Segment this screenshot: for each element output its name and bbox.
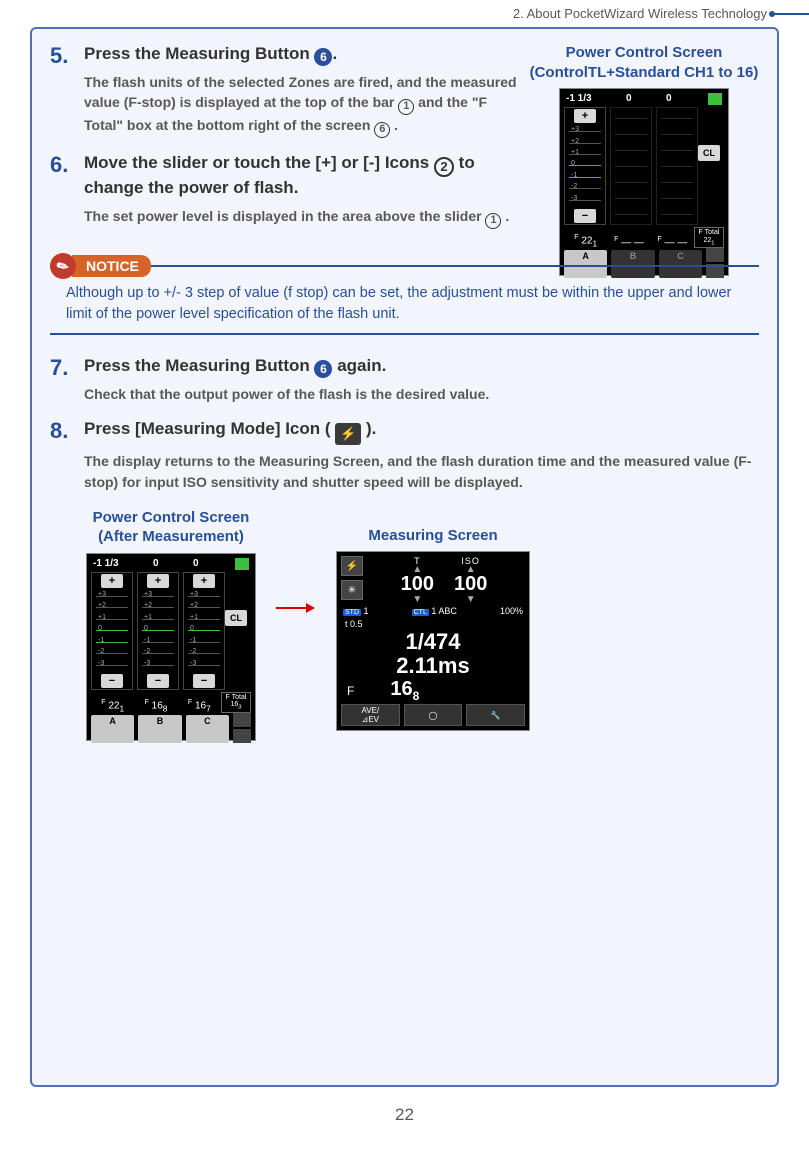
step-description: The display returns to the Measuring Scr… xyxy=(84,451,759,492)
zone-offset-b: 0 xyxy=(626,93,632,105)
callout-1: 1 xyxy=(485,213,501,229)
t05-label: t 0.5 xyxy=(341,619,525,629)
plus-button[interactable]: + xyxy=(101,574,123,588)
minus-button[interactable]: − xyxy=(193,674,215,688)
flash-ready-icon xyxy=(235,558,249,570)
f-value-a: F 221 xyxy=(91,699,134,713)
zone-b-button[interactable]: B xyxy=(138,715,181,743)
clear-button[interactable]: CL xyxy=(225,610,247,626)
t-value: 100 xyxy=(401,573,434,596)
tools-button[interactable]: 🔧 xyxy=(466,704,525,726)
t-up-arrow[interactable]: ▲ xyxy=(401,566,434,573)
iso-up-arrow[interactable]: ▲ xyxy=(454,566,487,573)
zone-offset-a: -1 1/3 xyxy=(93,558,119,570)
flash-duration: 2.11ms xyxy=(341,654,525,678)
zone-offset-c: 0 xyxy=(666,93,672,105)
step-title: Press the Measuring Button 6. xyxy=(84,43,519,66)
notice-rule-bottom xyxy=(50,333,759,335)
zone-a-button[interactable]: A xyxy=(91,715,134,743)
figure-measuring-screen: Measuring Screen ⚡ ✳ T ▲ 10 xyxy=(336,526,530,732)
page-number: 22 xyxy=(0,1105,809,1125)
measuring-button-badge: 6 xyxy=(314,48,332,66)
step-7: 7. Press the Measuring Button 6 again. C… xyxy=(50,355,759,404)
step-8: 8. Press [Measuring Mode] Icon ( ⚡ ). Th… xyxy=(50,418,759,491)
f-value-b: F 168 xyxy=(134,699,177,713)
f-value: 168 xyxy=(390,678,419,703)
step-number: 6. xyxy=(50,152,84,178)
power-control-screen-2: -1 1/3 0 0 + +3 +2 +1 xyxy=(86,553,256,741)
t-down-arrow[interactable]: ▼ xyxy=(401,596,434,603)
plus-button[interactable]: + xyxy=(147,574,169,588)
notice-block: ✎ NOTICE Although up to +/- 3 step of va… xyxy=(32,265,777,335)
flash-percent: 100% xyxy=(500,606,523,616)
measure-button[interactable]: ◯ xyxy=(404,704,463,726)
f-total-box: F Total 221 xyxy=(694,227,724,248)
step-title: Press [Measuring Mode] Icon ( ⚡ ). xyxy=(84,418,759,445)
ave-ev-button[interactable]: AVE/⊿EV xyxy=(341,704,400,726)
zone-offset-c: 0 xyxy=(193,558,199,570)
f-value-a: F 221 xyxy=(564,234,607,248)
section-title: 2. About PocketWizard Wireless Technolog… xyxy=(513,6,767,21)
measuring-mode-icon: ⚡ xyxy=(335,423,361,445)
f-total-box: F Total 163 xyxy=(221,692,251,713)
step-number: 5. xyxy=(50,43,84,69)
arrow-icon xyxy=(276,508,316,708)
notice-label: NOTICE xyxy=(72,255,151,277)
zone-offset-a: -1 1/3 xyxy=(566,93,592,105)
step-5: 5. Press the Measuring Button 6. The fla… xyxy=(50,43,519,138)
clear-button[interactable]: CL xyxy=(698,145,720,161)
minus-button[interactable]: − xyxy=(101,674,123,688)
f-value-b: F — — xyxy=(607,236,650,248)
figure-power-control-top: Power Control Screen (ControlTL+Standard… xyxy=(529,43,759,276)
f-value-c: F — — xyxy=(651,236,694,248)
section-header: 2. About PocketWizard Wireless Technolog… xyxy=(0,0,809,27)
minus-button[interactable]: − xyxy=(574,209,596,223)
f-value-c: F 167 xyxy=(178,699,221,713)
figures-row: Power Control Screen (After Measurement)… xyxy=(86,508,759,741)
caption-line2: (ControlTL+Standard CH1 to 16) xyxy=(530,64,759,81)
step-title: Press the Measuring Button 6 again. xyxy=(84,355,759,378)
plus-button[interactable]: + xyxy=(193,574,215,588)
content-panel: Power Control Screen (ControlTL+Standard… xyxy=(30,27,779,1087)
step-description: The flash units of the selected Zones ar… xyxy=(84,72,519,138)
caption-line1: Power Control Screen xyxy=(566,44,723,61)
step-6: 6. Move the slider or touch the [+] or [… xyxy=(50,152,519,229)
figure-after-measurement: Power Control Screen (After Measurement)… xyxy=(86,508,256,741)
f-label: F xyxy=(347,684,354,698)
minus-button[interactable]: − xyxy=(147,674,169,688)
nav-icon[interactable] xyxy=(233,713,251,743)
figure-caption: Measuring Screen xyxy=(336,526,530,546)
flash-mode-icon[interactable]: ⚡ xyxy=(341,556,363,576)
zone-offset-b: 0 xyxy=(153,558,159,570)
step-number: 7. xyxy=(50,355,84,381)
flash-ready-icon xyxy=(708,93,722,105)
step-title: Move the slider or touch the [+] or [-] … xyxy=(84,152,519,200)
step-description: The set power level is displayed in the … xyxy=(84,206,519,229)
figure-caption: Power Control Screen (ControlTL+Standard… xyxy=(529,43,759,82)
iso-down-arrow[interactable]: ▼ xyxy=(454,596,487,603)
plus-button[interactable]: + xyxy=(574,109,596,123)
zone-c-button[interactable]: C xyxy=(186,715,229,743)
step-number: 8. xyxy=(50,418,84,444)
power-control-screen-1: -1 1/3 0 0 + +3 +2 +1 0 xyxy=(559,88,729,276)
figure-caption: Power Control Screen (After Measurement) xyxy=(86,508,256,547)
settings-icon[interactable]: ✳ xyxy=(341,580,363,600)
iso-value: 100 xyxy=(454,573,487,596)
measuring-button-badge: 6 xyxy=(314,360,332,378)
shutter-fraction: 1/474 xyxy=(341,630,525,654)
step-description: Check that the output power of the flash… xyxy=(84,384,759,404)
measuring-screen: ⚡ ✳ T ▲ 100 ▼ xyxy=(336,551,530,731)
ctl-tag: CTL xyxy=(412,609,429,616)
callout-6: 6 xyxy=(374,122,390,138)
callout-1: 1 xyxy=(398,99,414,115)
std-tag: STD xyxy=(343,609,361,616)
header-rule xyxy=(773,13,809,15)
callout-2: 2 xyxy=(434,157,454,177)
notice-icon: ✎ xyxy=(50,253,76,279)
